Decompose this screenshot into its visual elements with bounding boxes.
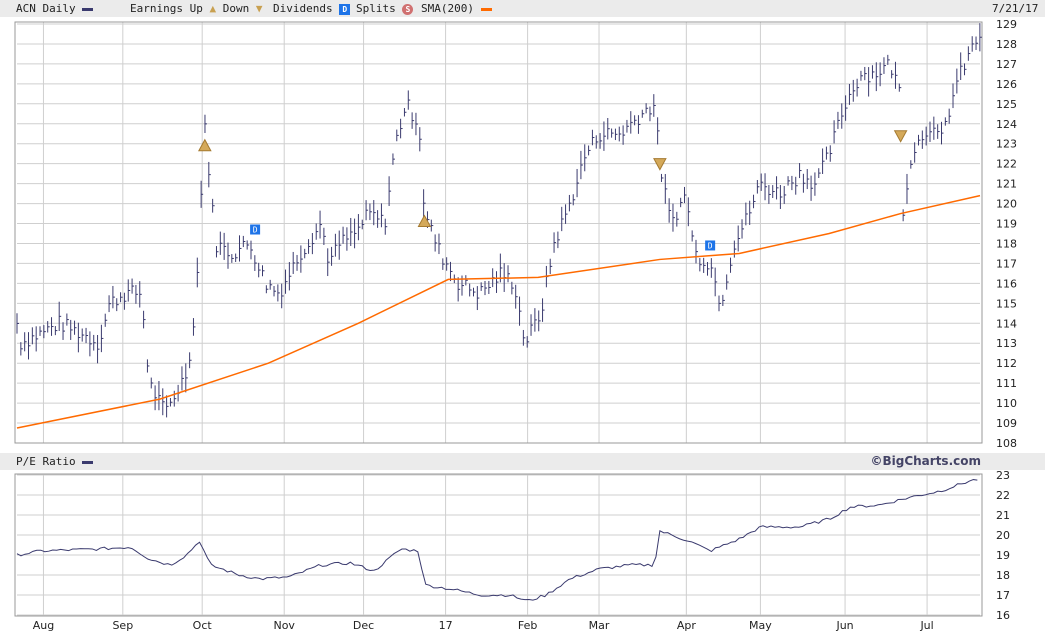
x-tick-label: Mar bbox=[589, 619, 610, 632]
dividend-marker-label: D bbox=[708, 241, 713, 250]
x-tick-label: Oct bbox=[193, 619, 213, 632]
y-tick-label: 123 bbox=[996, 138, 1017, 151]
y-tick-label: 125 bbox=[996, 98, 1017, 111]
y-tick-label: 16 bbox=[996, 609, 1010, 622]
y-tick-label: 17 bbox=[996, 589, 1010, 602]
y-tick-label: 18 bbox=[996, 569, 1010, 582]
y-tick-label: 19 bbox=[996, 549, 1010, 562]
y-tick-label: 122 bbox=[996, 158, 1017, 171]
x-tick-label: Feb bbox=[518, 619, 537, 632]
y-tick-label: 118 bbox=[996, 237, 1017, 250]
y-tick-label: 127 bbox=[996, 58, 1017, 71]
x-tick-label: 17 bbox=[439, 619, 453, 632]
x-tick-label: Nov bbox=[273, 619, 295, 632]
y-tick-label: 121 bbox=[996, 178, 1017, 191]
x-tick-label: Aug bbox=[33, 619, 54, 632]
x-tick-label: Dec bbox=[353, 619, 374, 632]
y-tick-label: 113 bbox=[996, 337, 1017, 350]
earnings-up-marker bbox=[197, 138, 212, 152]
chart-canvas: 108 109 110 111 112 113 114 115 116 117 118 119 120 1… bbox=[14, 18, 1017, 632]
y-tick-label: 109 bbox=[996, 417, 1017, 430]
y-tick-label: 129 bbox=[996, 18, 1017, 31]
x-tick-label: Jul bbox=[919, 619, 933, 632]
dividend-marker-label: D bbox=[253, 226, 258, 235]
y-tick-label: 110 bbox=[996, 397, 1017, 410]
earnings-up-marker bbox=[417, 214, 432, 228]
x-tick-label: Jun bbox=[835, 619, 853, 632]
y-tick-label: 116 bbox=[996, 277, 1017, 290]
y-tick-label: 112 bbox=[996, 357, 1017, 370]
y-tick-label: 111 bbox=[996, 377, 1017, 390]
y-tick-label: 108 bbox=[996, 437, 1017, 450]
x-tick-label: May bbox=[749, 619, 772, 632]
earnings-down-marker bbox=[893, 130, 908, 143]
y-tick-label: 117 bbox=[996, 257, 1017, 270]
y-tick-label: 128 bbox=[996, 38, 1017, 51]
y-tick-label: 21 bbox=[996, 509, 1010, 522]
y-tick-label: 120 bbox=[996, 198, 1017, 211]
y-tick-label: 114 bbox=[996, 317, 1017, 330]
price-frame bbox=[14, 21, 983, 444]
y-tick-label: 119 bbox=[996, 218, 1017, 231]
sma200-line bbox=[16, 194, 981, 429]
y-tick-label: 20 bbox=[996, 529, 1010, 542]
y-tick-label: 22 bbox=[996, 489, 1010, 502]
y-tick-label: 124 bbox=[996, 118, 1017, 131]
y-tick-label: 126 bbox=[996, 78, 1017, 91]
y-tick-label: 23 bbox=[996, 469, 1010, 482]
pe-ratio-line bbox=[16, 479, 978, 601]
x-tick-label: Sep bbox=[112, 619, 133, 632]
x-tick-label: Apr bbox=[677, 619, 697, 632]
y-tick-label: 115 bbox=[996, 297, 1017, 310]
